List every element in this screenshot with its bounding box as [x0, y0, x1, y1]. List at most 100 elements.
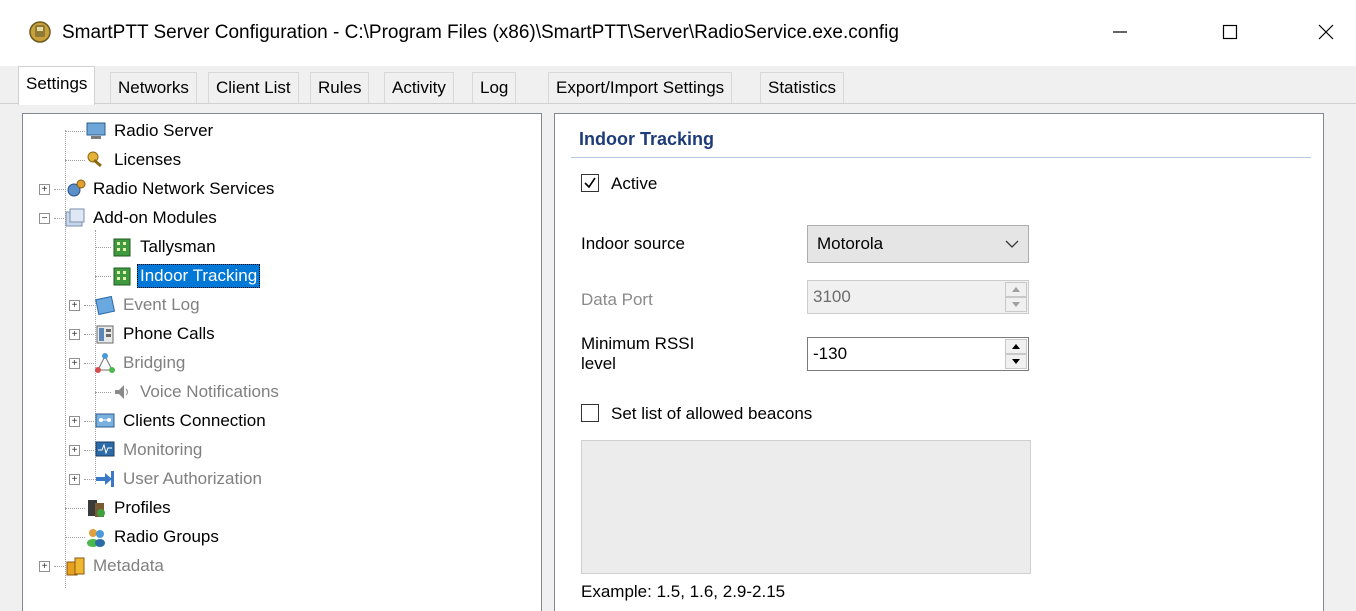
close-icon [1318, 24, 1334, 40]
tree-item-label: Add-on Modules [93, 208, 217, 227]
expand-icon[interactable]: + [69, 299, 80, 311]
tree-item-radio-groups[interactable]: Radio Groups [65, 524, 222, 550]
data-port-stepper: 3100 [807, 280, 1029, 314]
tab-statistics[interactable]: Statistics [760, 72, 845, 104]
server-icon [85, 120, 107, 142]
tree-item-label: Indoor Tracking [137, 264, 261, 288]
settings-content: Radio Server Licenses + Radio Network Se… [0, 103, 1356, 611]
tree-item-label: Monitoring [123, 440, 203, 459]
tab-strip: Settings Networks Client List Rules Acti… [0, 66, 1356, 105]
close-button[interactable] [1296, 10, 1356, 54]
settings-tree[interactable]: Radio Server Licenses + Radio Network Se… [22, 113, 542, 611]
maximize-button[interactable] [1200, 10, 1260, 54]
tree-item-label: Metadata [93, 556, 164, 575]
min-rssi-label: Minimum RSSI level [581, 334, 694, 374]
indoor-source-value: Motorola [817, 234, 884, 253]
tree-item-label: Phone Calls [123, 324, 215, 343]
indoor-tracking-panel: Indoor Tracking Active Indoor source Mot… [554, 113, 1324, 611]
allowed-beacons-checkbox[interactable] [581, 404, 599, 422]
tree-item-label: Tallysman [140, 237, 216, 256]
data-port-label: Data Port [581, 290, 653, 309]
min-rssi-label-line2: level [581, 354, 616, 373]
data-port-spin-buttons [1005, 282, 1027, 312]
tree-item-label: Clients Connection [123, 411, 266, 430]
tree-item-add-on-modules[interactable]: − Add-on Modules [39, 205, 220, 231]
section-divider [571, 157, 1311, 158]
expand-icon[interactable]: + [69, 444, 80, 456]
spin-down-icon [1005, 297, 1027, 312]
tree-item-indoor-tracking[interactable]: Indoor Tracking [95, 263, 261, 289]
tree-item-label: Profiles [114, 498, 171, 517]
tab-export-import-settings[interactable]: Export/Import Settings [548, 72, 733, 104]
title-bar: SmartPTT Server Configuration - C:\Progr… [0, 0, 1356, 66]
min-rssi-value: -130 [813, 344, 848, 363]
active-label: Active [611, 174, 658, 193]
tree-item-radio-server[interactable]: Radio Server [65, 118, 216, 144]
min-rssi-label-line1: Minimum RSSI [581, 334, 695, 353]
bridging-icon [94, 352, 116, 374]
monitoring-icon [94, 439, 116, 461]
tree-item-phone-calls[interactable]: + Phone Calls [69, 321, 218, 347]
tree-item-tallysman[interactable]: Tallysman [95, 234, 219, 260]
phone-icon [94, 323, 116, 345]
tree-item-profiles[interactable]: Profiles [65, 495, 174, 521]
tree-item-bridging[interactable]: + Bridging [69, 350, 188, 376]
profiles-icon [85, 497, 107, 519]
check-icon [584, 177, 596, 189]
app-icon [29, 21, 51, 43]
expand-icon[interactable]: + [39, 183, 50, 195]
database-icon [64, 555, 86, 577]
tree-item-monitoring[interactable]: + Monitoring [69, 437, 205, 463]
tree-item-radio-network-services[interactable]: + Radio Network Services [39, 176, 277, 202]
tab-log[interactable]: Log [472, 72, 517, 104]
expand-icon[interactable]: + [69, 473, 80, 485]
event-log-icon [94, 294, 116, 316]
tab-settings[interactable]: Settings [18, 66, 96, 105]
groups-icon [85, 526, 107, 548]
building-icon [111, 265, 133, 287]
speaker-icon [111, 381, 133, 403]
key-icon [85, 149, 107, 171]
tree-item-user-authorization[interactable]: + User Authorization [69, 466, 265, 492]
expand-icon[interactable]: + [69, 357, 80, 369]
tab-rules[interactable]: Rules [310, 72, 370, 104]
tree-item-label: User Authorization [123, 469, 262, 488]
spin-up-icon [1005, 282, 1027, 297]
data-port-value: 3100 [813, 287, 851, 306]
expand-icon[interactable]: + [69, 415, 80, 427]
tree-item-label: Radio Groups [114, 527, 219, 546]
tree-item-label: Radio Network Services [93, 179, 275, 198]
window-title: SmartPTT Server Configuration - C:\Progr… [62, 22, 899, 43]
min-rssi-spin-buttons[interactable] [1005, 339, 1027, 369]
indoor-source-select[interactable]: Motorola [807, 225, 1029, 263]
tree-item-licenses[interactable]: Licenses [65, 147, 184, 173]
minimize-button[interactable] [1090, 10, 1150, 54]
tree-item-label: Radio Server [114, 121, 214, 140]
spin-up-icon[interactable] [1005, 339, 1027, 354]
tree-item-label: Voice Notifications [140, 382, 279, 401]
tab-activity[interactable]: Activity [384, 72, 454, 104]
authorization-icon [94, 468, 116, 490]
active-checkbox[interactable] [581, 174, 599, 192]
tree-item-metadata[interactable]: + Metadata [39, 553, 167, 579]
tree-item-voice-notifications[interactable]: Voice Notifications [95, 379, 282, 405]
tree-item-label: Licenses [114, 150, 182, 169]
services-icon [64, 178, 86, 200]
tree-item-label: Bridging [123, 353, 186, 372]
modules-icon [64, 207, 86, 229]
tree-item-event-log[interactable]: + Event Log [69, 292, 203, 318]
collapse-icon[interactable]: − [39, 212, 50, 224]
tab-client-list[interactable]: Client List [208, 72, 299, 104]
tab-networks[interactable]: Networks [110, 72, 197, 104]
expand-icon[interactable]: + [69, 328, 80, 340]
chevron-down-icon [1005, 240, 1019, 248]
indoor-source-label: Indoor source [581, 234, 685, 253]
min-rssi-stepper[interactable]: -130 [807, 337, 1029, 371]
section-title: Indoor Tracking [579, 129, 715, 149]
spin-down-icon[interactable] [1005, 354, 1027, 369]
expand-icon[interactable]: + [39, 560, 50, 572]
beacons-example-text: Example: 1.5, 1.6, 2.9-2.15 [581, 582, 786, 601]
tree-item-clients-connection[interactable]: + Clients Connection [69, 408, 269, 434]
clients-icon [94, 410, 116, 432]
building-icon [111, 236, 133, 258]
